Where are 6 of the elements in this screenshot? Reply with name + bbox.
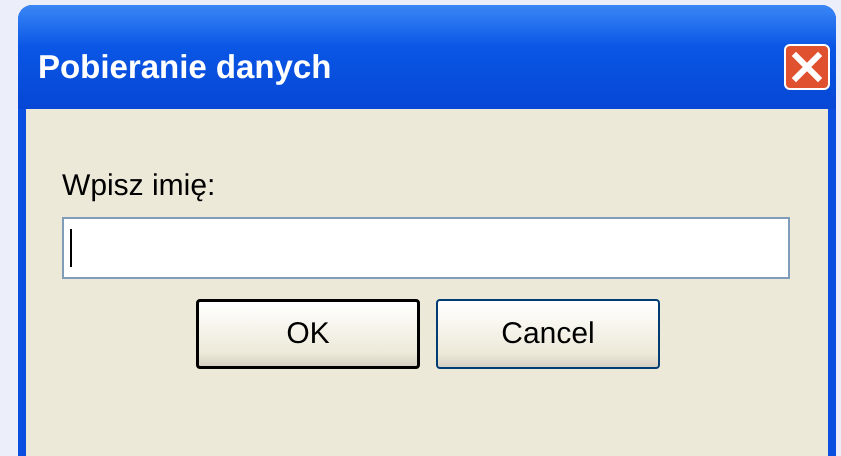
cancel-button[interactable]: Cancel xyxy=(436,299,660,369)
ok-button[interactable]: OK xyxy=(196,299,420,369)
close-icon[interactable] xyxy=(784,44,830,90)
prompt-label: Wpisz imię: xyxy=(62,169,216,203)
window-title: Pobieranie danych xyxy=(38,48,332,86)
name-input-field[interactable] xyxy=(62,217,790,279)
